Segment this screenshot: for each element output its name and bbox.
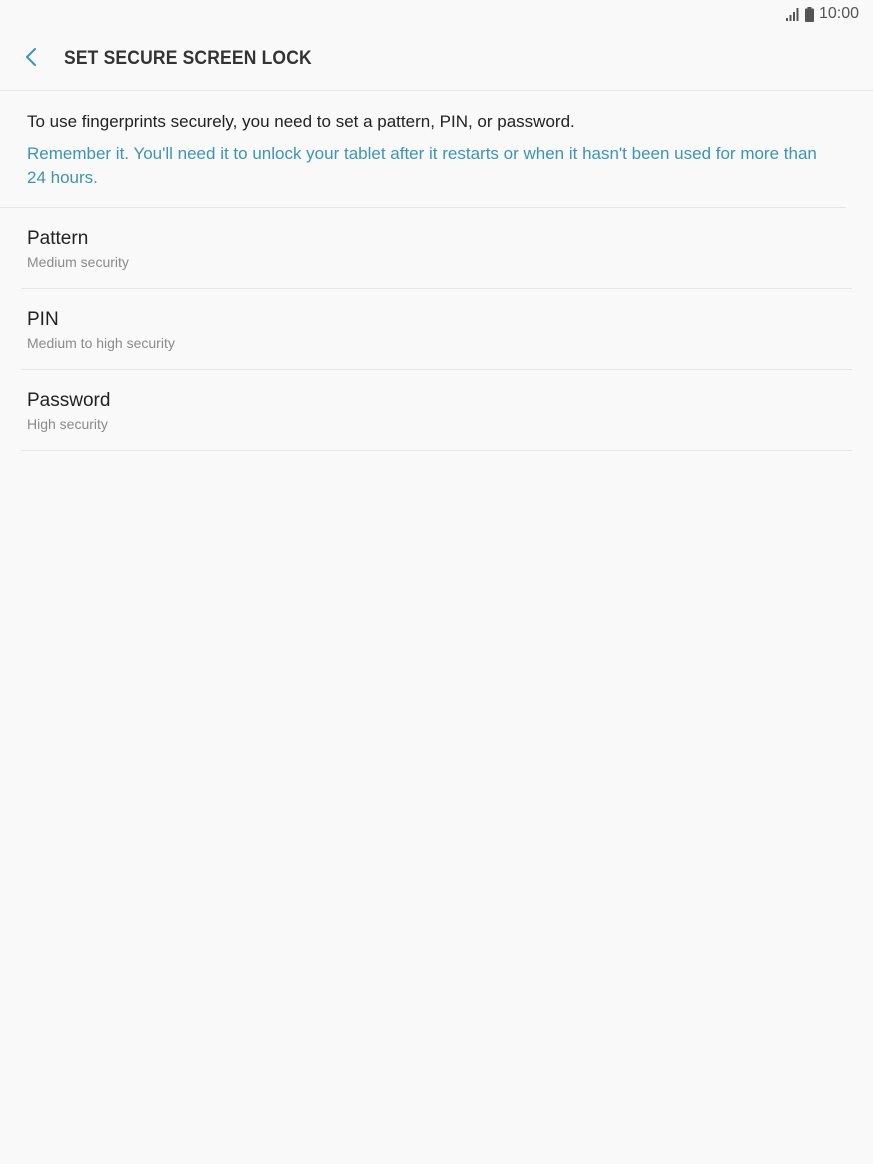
intro-note: Remember it. You'll need it to unlock yo…: [27, 144, 817, 187]
option-password[interactable]: Password High security: [21, 370, 852, 451]
option-subtitle: Medium security: [27, 254, 129, 270]
status-bar: 10:00: [0, 0, 873, 28]
battery-icon: [804, 6, 814, 22]
option-subtitle: Medium to high security: [27, 335, 175, 351]
app-header: SET SECURE SCREEN LOCK: [0, 28, 873, 91]
status-time: 10:00: [818, 5, 859, 22]
option-pin[interactable]: PIN Medium to high security: [21, 289, 852, 370]
option-title: Pattern: [27, 228, 89, 249]
back-button[interactable]: [14, 42, 48, 76]
signal-icon: [785, 7, 800, 21]
option-title: Password: [27, 390, 111, 411]
status-icons: 10:00: [785, 5, 859, 23]
option-pattern[interactable]: Pattern Medium security: [21, 208, 852, 289]
option-subtitle: High security: [27, 416, 108, 432]
chevron-left-icon: [24, 47, 38, 72]
page-title: SET SECURE SCREEN LOCK: [64, 48, 312, 69]
intro-section: To use fingerprints securely, you need t…: [0, 91, 846, 208]
main-content: To use fingerprints securely, you need t…: [0, 91, 873, 451]
option-title: PIN: [27, 309, 59, 330]
intro-text: To use fingerprints securely, you need t…: [27, 112, 575, 131]
